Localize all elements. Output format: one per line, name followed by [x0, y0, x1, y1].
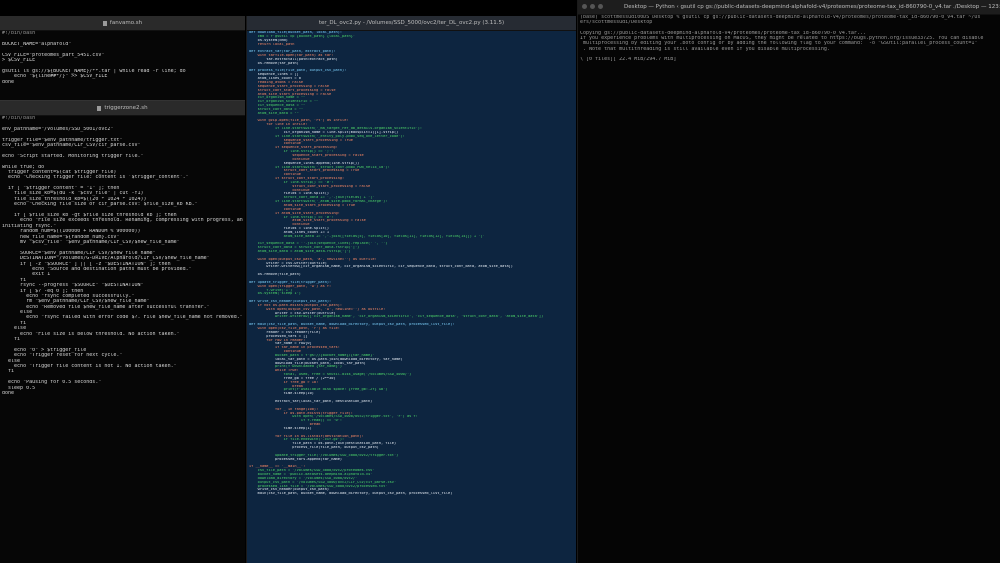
- title-bar[interactable]: triggerzone2.sh: [0, 101, 245, 116]
- document-icon: [102, 20, 107, 26]
- editor-window-fanvamo[interactable]: fanvamo.sh #!/bin/bash BUCKET_NAME="alpha…: [0, 16, 245, 100]
- document-icon: [97, 105, 102, 111]
- window-controls: [582, 4, 603, 9]
- terminal-window[interactable]: Desktop — Python ‹ gsutil cp gs://public…: [577, 0, 1000, 563]
- close-window-icon[interactable]: [582, 4, 587, 9]
- title-bar[interactable]: Desktop — Python ‹ gsutil cp gs://public…: [578, 0, 1000, 15]
- code-line: done: [2, 390, 15, 396]
- window-title: fanvamo.sh: [109, 20, 143, 26]
- code-line: main(csv_file_path, bucket_name, downloa…: [249, 492, 453, 496]
- window-title: Desktop — Python ‹ gsutil cp gs://public…: [624, 4, 1000, 10]
- python-editor-window[interactable]: ter_DL_ovc2.py - /Volumes/SSD_5000/ovc2/…: [246, 16, 576, 563]
- code-area[interactable]: def download_file(bucket_path, local_pat…: [247, 30, 576, 563]
- code-area[interactable]: #!/bin/bash BUCKET_NAME="alphafold" CSV_FI…: [0, 30, 245, 100]
- code-area[interactable]: #!/bin/bash env_pathname="/Volumes/SSD_50…: [0, 115, 245, 563]
- minimize-window-icon[interactable]: [590, 4, 595, 9]
- code-line: echo "Removed file $new_file_name after …: [2, 304, 210, 310]
- terminal-output[interactable]: (base) scottmessudi00DS Desktop % gsutil…: [578, 14, 1000, 563]
- code-line: done: [2, 79, 15, 85]
- window-title: ter_DL_ovc2.py - /Volumes/SSD_5000/ovc2/…: [318, 20, 505, 26]
- window-title: triggerzone2.sh: [104, 105, 148, 111]
- title-bar[interactable]: fanvamo.sh: [0, 16, 245, 31]
- code-line: writer.writerow(['cif_organism_name', 'c…: [249, 315, 544, 319]
- editor-window-triggerzone[interactable]: triggerzone2.sh #!/bin/bash env_pathname=…: [0, 100, 245, 563]
- title-bar[interactable]: ter_DL_ovc2.py - /Volumes/SSD_5000/ovc2/…: [247, 16, 576, 31]
- code-line: \ [0 files][ 22.4 MiB/294.7 MiB]: [580, 57, 677, 63]
- zoom-window-icon[interactable]: [598, 4, 603, 9]
- code-line: echo "rsync failed with error code $?. F…: [2, 315, 243, 321]
